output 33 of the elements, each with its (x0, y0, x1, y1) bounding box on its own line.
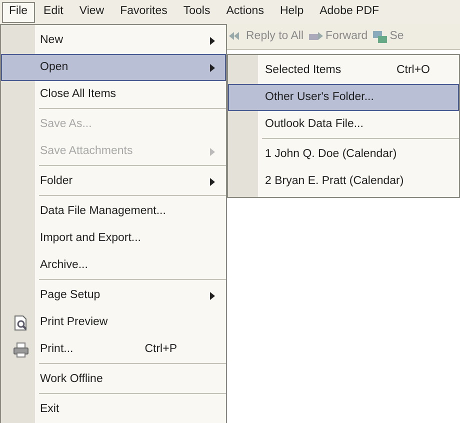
submenu-arrow-icon (210, 36, 215, 44)
menu-item[interactable]: Archive... (1, 252, 226, 282)
menu-item[interactable]: Open (1, 54, 226, 81)
menu-item[interactable]: 1 John Q. Doe (Calendar) (228, 141, 459, 168)
menu-item[interactable]: Page Setup (1, 282, 226, 309)
menu-item[interactable]: Exit (1, 396, 226, 423)
menu-bar-item[interactable]: Favorites (113, 2, 174, 22)
menu-bar-item[interactable]: Adobe PDF (312, 2, 386, 22)
menu-bar-item[interactable]: Actions (219, 2, 271, 22)
menu-item[interactable]: Other User's Folder... (228, 84, 459, 111)
menu-item[interactable]: New (1, 27, 226, 54)
menu-item[interactable]: Data File Management... (1, 198, 226, 225)
menu-item[interactable]: Folder (1, 168, 226, 198)
menu-item[interactable]: Import and Export... (1, 225, 226, 252)
menu-bar-item[interactable]: File (2, 2, 35, 22)
print-preview-icon (13, 314, 29, 330)
menu-item[interactable]: Work Offline (1, 366, 226, 396)
printer-icon (13, 342, 29, 358)
submenu-arrow-icon (210, 178, 215, 186)
menu-item[interactable]: 2 Bryan E. Pratt (Calendar) (228, 168, 459, 195)
menu-bar-item[interactable]: View (72, 2, 112, 22)
menu-item[interactable]: Outlook Data File... (228, 111, 459, 141)
menu-bar-item[interactable]: Help (272, 2, 311, 22)
menu-item[interactable]: Print Preview (1, 309, 226, 336)
menu-item[interactable]: Selected Items Ctrl+O (228, 57, 459, 84)
menu-bar-item[interactable]: Edit (36, 2, 70, 22)
send-icon (372, 28, 388, 44)
submenu-arrow-icon (210, 148, 215, 156)
submenu-arrow-icon (210, 64, 215, 72)
menu-item[interactable]: Print... Ctrl+P (1, 336, 226, 366)
menu-item[interactable]: Close All Items (1, 81, 226, 111)
submenu-arrow-icon (210, 292, 215, 300)
menu-bar-item[interactable]: Tools (176, 2, 218, 22)
